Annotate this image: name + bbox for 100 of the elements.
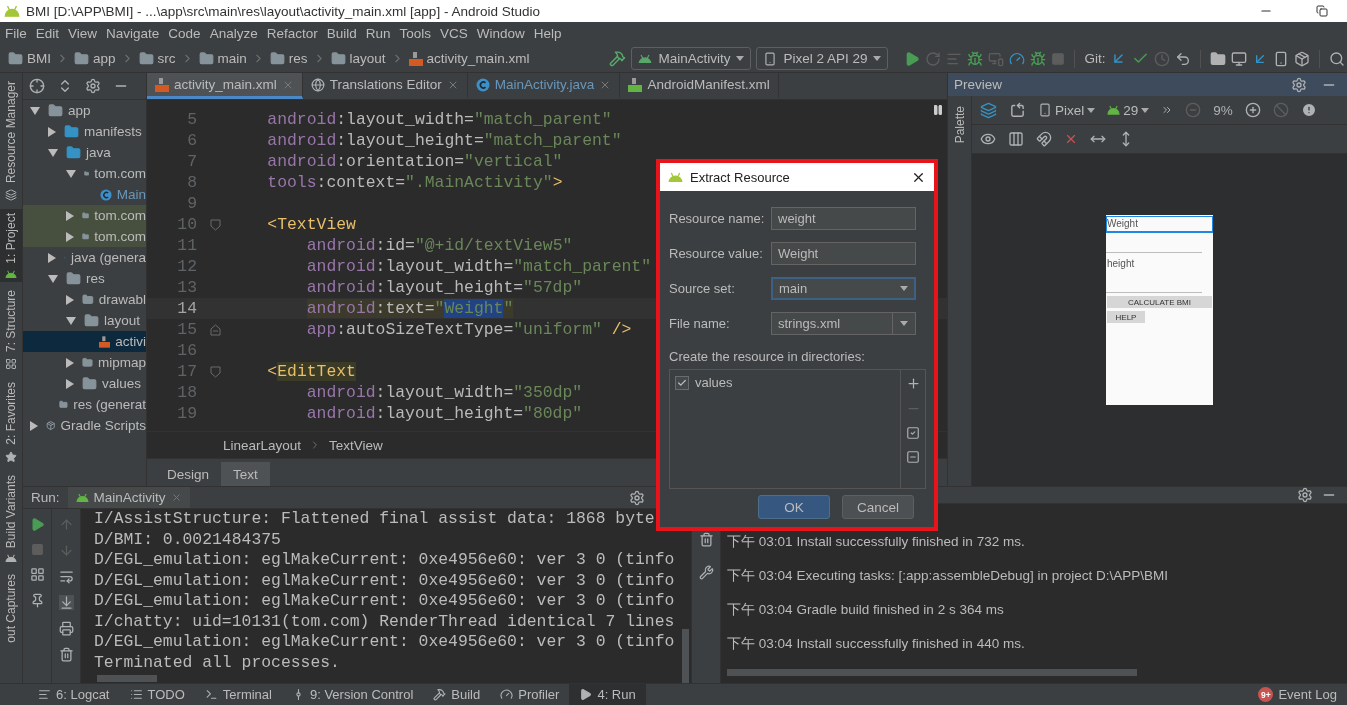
dropdown[interactable]: main xyxy=(771,277,916,300)
console-line: I/chatty: uid=10131(tom.com) RenderThread identical 7 lines xyxy=(94,611,676,632)
tree-item[interactable]: tom.com xyxy=(23,205,146,226)
console-line: D/EGL_emulation: eglMakeCurrent: 0xe4956e60: ver 3 0 (tinfo xyxy=(94,591,676,612)
event-log-button[interactable]: 9+ Event Log xyxy=(1248,684,1347,705)
menu-item[interactable]: Refactor xyxy=(261,26,322,41)
editor-tab[interactable]: activity_main.xml xyxy=(147,73,303,99)
directory-label: values xyxy=(695,375,733,390)
tree-item[interactable]: activi xyxy=(23,331,146,352)
breadcrumb-label[interactable]: res xyxy=(288,51,308,66)
breadcrumb-label[interactable]: app xyxy=(93,51,116,66)
event-message: Install successfully finished in 440 ms. xyxy=(796,635,1025,653)
breadcrumb-item[interactable]: BMI xyxy=(8,51,51,66)
event-message: Executing tasks: [:app:assembleDebug] in project D:\APP\BMI xyxy=(796,567,1168,585)
code-line: android:orientation="vertical" xyxy=(266,152,563,171)
code-line: android:layout_height="80dp" xyxy=(305,404,583,423)
editor-tab[interactable]: AndroidManifest.xml xyxy=(620,73,779,99)
tool-window-button[interactable]: 4: Run xyxy=(569,684,646,705)
breadcrumb-item[interactable]: app xyxy=(74,51,116,66)
menu-item[interactable]: File xyxy=(0,26,31,41)
preview-text[interactable]: Weight xyxy=(1106,216,1213,233)
text-field[interactable]: weight xyxy=(771,207,916,230)
tree-item[interactable]: mipmap xyxy=(23,352,146,373)
tool-window-button[interactable]: 6: Logcat xyxy=(28,684,120,705)
menu-item[interactable]: Analyze xyxy=(204,26,262,41)
cancel-button[interactable]: Cancel xyxy=(842,495,914,519)
code-line: <TextView xyxy=(266,215,356,234)
tool-window-button[interactable]: Terminal xyxy=(194,684,282,705)
line-number: 16 xyxy=(176,341,197,360)
menu-item[interactable]: Window xyxy=(471,26,529,41)
breadcrumb-item[interactable]: LinearLayout xyxy=(223,437,302,453)
menu-item[interactable]: Tools xyxy=(394,26,435,41)
run-tab[interactable]: MainActivity xyxy=(67,487,190,508)
device-dropdown[interactable]: Pixel 2 API 29 xyxy=(756,47,889,70)
tree-item[interactable]: values xyxy=(23,373,146,394)
breadcrumb-label[interactable]: src xyxy=(157,51,176,66)
editor-tab[interactable]: MainActivity.java xyxy=(467,73,621,99)
tree-item[interactable]: Gradle Scripts xyxy=(23,415,146,436)
tool-window-button[interactable]: Build xyxy=(423,684,491,705)
run-config-dropdown[interactable]: MainActivity xyxy=(631,47,752,70)
menu-item[interactable]: Help xyxy=(528,26,566,41)
count-badge: 9+ xyxy=(1258,687,1274,702)
section-label: Create the resource in directories: xyxy=(669,349,866,364)
side-tab[interactable]: Build Variants xyxy=(0,470,22,567)
side-tab[interactable]: out Captures xyxy=(0,570,22,648)
preview-button[interactable]: HELP xyxy=(1107,311,1145,323)
combo-box[interactable]: strings.xml xyxy=(771,312,916,335)
device-dropdown[interactable]: Pixel xyxy=(1038,102,1096,118)
tree-item[interactable]: res xyxy=(23,268,146,289)
breadcrumb-item[interactable]: main xyxy=(198,51,247,66)
menu-item[interactable]: Code xyxy=(163,26,205,41)
line-number: 15 xyxy=(176,320,197,339)
line-number: 6 xyxy=(186,131,197,150)
code-line: android:id="@+id/textView5" xyxy=(305,236,573,255)
breadcrumb-item[interactable]: res xyxy=(269,51,308,66)
editor-tab[interactable]: Translations Editor xyxy=(302,73,468,99)
menu-item[interactable]: Navigate xyxy=(101,26,164,41)
preview-button[interactable]: CALCULATE BMI xyxy=(1107,296,1212,308)
breadcrumb-label[interactable]: BMI xyxy=(27,51,51,66)
menu-item[interactable]: View xyxy=(63,26,102,41)
line-number: 19 xyxy=(176,404,197,423)
tool-window-button[interactable]: 9: Version Control xyxy=(281,684,424,705)
tree-item[interactable]: app xyxy=(23,100,146,121)
tool-window-button[interactable]: TODO xyxy=(119,684,195,705)
breadcrumb-item[interactable]: TextView xyxy=(329,437,383,453)
preview-text[interactable]: height xyxy=(1106,256,1213,273)
field-label: File name: xyxy=(669,316,731,331)
breadcrumb-item[interactable]: src xyxy=(138,51,176,66)
tree-item[interactable]: tom.com xyxy=(23,226,146,247)
breadcrumb-label[interactable]: layout xyxy=(349,51,386,66)
tree-item[interactable]: drawabl xyxy=(23,289,146,310)
menu-item[interactable]: VCS xyxy=(435,26,472,41)
tool-window-button[interactable]: Profiler xyxy=(490,684,570,705)
code-line: tools:context=".MainActivity"> xyxy=(266,173,563,192)
side-tab[interactable]: 7: Structure xyxy=(0,286,22,375)
menu-item[interactable]: Build xyxy=(321,26,361,41)
menu-item[interactable]: Run xyxy=(360,26,395,41)
code-line: <EditText xyxy=(266,362,356,381)
event-message: Gradle build finished in 2 s 364 ms xyxy=(796,601,1004,619)
ok-button[interactable]: OK xyxy=(758,495,830,519)
side-tab[interactable]: 1: Project xyxy=(0,209,22,283)
tree-item[interactable]: manifests xyxy=(23,121,146,142)
panel-label: Run: xyxy=(31,490,60,505)
breadcrumb-label[interactable]: main xyxy=(217,51,247,66)
line-number: 13 xyxy=(176,278,197,297)
side-tab[interactable]: Resource Manager xyxy=(0,77,22,206)
menu-item[interactable]: Edit xyxy=(30,26,64,41)
event-time: 下午 03:04 xyxy=(727,635,793,653)
mode-tab[interactable]: Text xyxy=(221,462,270,486)
side-tab[interactable]: 2: Favorites xyxy=(0,378,22,467)
tree-item[interactable]: java xyxy=(23,142,146,163)
tree-item[interactable]: Main xyxy=(23,184,146,205)
tree-item[interactable]: tom.com xyxy=(23,163,146,184)
line-number: 11 xyxy=(176,236,197,255)
code-line: android:layout_height="57dp" xyxy=(305,278,583,297)
breadcrumb-item[interactable]: layout xyxy=(330,51,386,66)
tree-item[interactable]: res (generat xyxy=(23,394,146,415)
text-field[interactable]: Weight xyxy=(771,242,916,265)
api-dropdown[interactable]: 29 xyxy=(1107,102,1150,118)
tree-item[interactable]: java (genera xyxy=(23,247,146,268)
